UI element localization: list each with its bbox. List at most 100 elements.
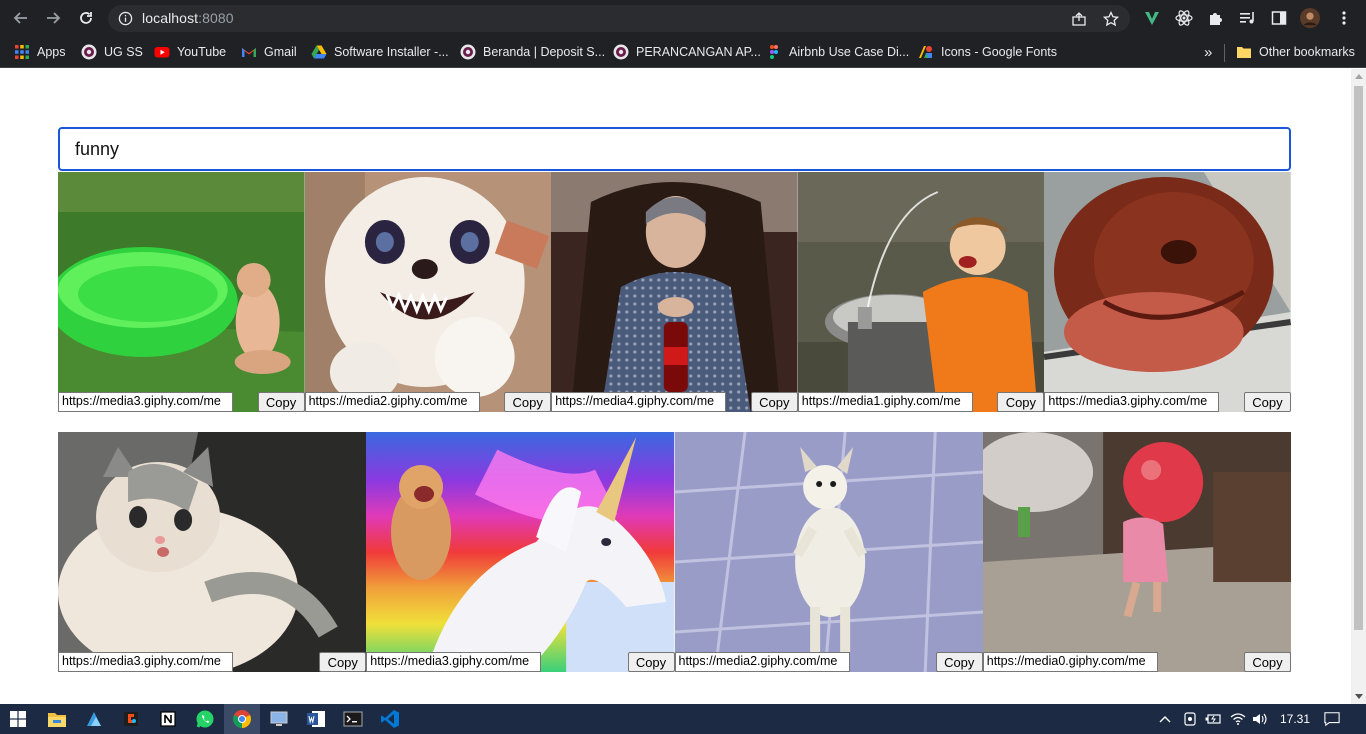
meet-now-icon[interactable]	[1182, 711, 1198, 727]
scrollbar-thumb[interactable]	[1354, 86, 1363, 630]
gif-url-field[interactable]: https://media0.giphy.com/me	[982, 652, 1158, 672]
gif-image-baby-pool[interactable]	[58, 172, 305, 412]
bookmark-youtube[interactable]: YouTube	[154, 42, 226, 62]
copy-button[interactable]: Copy	[319, 652, 367, 672]
bookmark-perancangan[interactable]: PERANCANGAN AP...	[613, 42, 761, 62]
copy-button[interactable]: Copy	[627, 652, 675, 672]
gif-url-field[interactable]: https://media3.giphy.com/me	[1044, 392, 1220, 412]
gif-url-bar: https://media4.giphy.com/me Copy	[551, 392, 798, 412]
bookmark-apps[interactable]: Apps	[14, 42, 66, 62]
bookmark-label: Gmail	[264, 45, 297, 59]
bookmarks-bar: Apps UG SS YouTube Gmail Software Instal…	[0, 36, 1366, 68]
back-button[interactable]	[9, 6, 33, 30]
gif-image-chihuahua[interactable]	[674, 432, 983, 672]
page-scrollbar[interactable]	[1351, 69, 1366, 704]
bookmark-label: Beranda | Deposit S...	[483, 45, 606, 59]
media-queue-icon[interactable]	[1238, 8, 1258, 28]
gif-card: https://media2.giphy.com/me Copy	[674, 432, 983, 672]
vscode-taskbar-icon[interactable]	[379, 708, 401, 730]
bookmark-beranda-deposit[interactable]: Beranda | Deposit S...	[460, 42, 605, 62]
other-bookmarks-folder[interactable]: Other bookmarks	[1236, 42, 1355, 62]
profile-avatar[interactable]	[1300, 8, 1320, 28]
copy-button[interactable]: Copy	[1244, 652, 1291, 672]
volume-icon[interactable]	[1252, 711, 1268, 727]
windows-logo-icon	[10, 711, 26, 727]
notion-taskbar-icon[interactable]	[157, 708, 179, 730]
search-input[interactable]	[58, 127, 1291, 171]
bookmark-label: PERANCANGAN AP...	[636, 45, 761, 59]
gif-image-fountain-boy[interactable]	[797, 172, 1045, 412]
bookmark-airbnb-use-case[interactable]: Airbnb Use Case Di...	[766, 42, 909, 62]
gif-image-coke-woman[interactable]	[551, 172, 798, 412]
gif-url-field[interactable]: https://media2.giphy.com/me	[304, 392, 480, 412]
browser-menu-icon[interactable]	[1334, 8, 1354, 28]
gif-card: https://media3.giphy.com/me Copy	[58, 432, 367, 672]
taskbar-clock[interactable]: 17.31	[1280, 712, 1310, 726]
start-button[interactable]	[7, 708, 29, 730]
apps-grid-icon	[14, 44, 30, 60]
more-bookmarks-button[interactable]: »	[1204, 42, 1212, 62]
address-bar[interactable]: localhost:8080	[108, 5, 1130, 32]
copy-button[interactable]: Copy	[997, 392, 1045, 412]
copy-button[interactable]: Copy	[935, 652, 983, 672]
reload-icon	[80, 12, 92, 24]
windows-taskbar: 17.31	[0, 704, 1366, 734]
bookmark-gmail[interactable]: Gmail	[241, 42, 297, 62]
show-hidden-icons-chevron-icon[interactable]	[1157, 711, 1173, 727]
figma-taskbar-icon[interactable]	[120, 708, 142, 730]
gif-url-field[interactable]: https://media1.giphy.com/me	[797, 392, 973, 412]
gif-url-bar: https://media3.giphy.com/me Copy	[1044, 392, 1291, 412]
bookmark-ug-ss[interactable]: UG SS	[81, 42, 143, 62]
gif-url-field[interactable]: https://media3.giphy.com/me	[366, 652, 542, 672]
scroll-up-arrow-icon[interactable]	[1355, 74, 1363, 79]
bookmark-software-installer[interactable]: Software Installer -...	[311, 42, 449, 62]
battery-icon[interactable]	[1205, 711, 1221, 727]
other-bookmarks-label: Other bookmarks	[1259, 45, 1355, 59]
gif-url-field[interactable]: https://media4.giphy.com/me	[551, 392, 727, 412]
whatsapp-taskbar-icon[interactable]	[194, 708, 216, 730]
browser-toolbar: localhost:8080	[0, 0, 1366, 36]
gif-image-rainbow-unicorn[interactable]	[366, 432, 675, 672]
wifi-icon[interactable]	[1230, 711, 1246, 727]
ug-logo-icon	[460, 44, 476, 60]
notifications-icon[interactable]	[1324, 711, 1340, 727]
bookmark-star-icon[interactable]	[1102, 10, 1120, 28]
bookmark-label: Apps	[37, 45, 66, 59]
file-explorer-taskbar-icon[interactable]	[46, 708, 68, 730]
chrome-taskbar-icon[interactable]	[224, 704, 260, 734]
terminal-taskbar-icon[interactable]	[342, 708, 364, 730]
copy-button[interactable]: Copy	[257, 392, 305, 412]
share-icon[interactable]	[1070, 10, 1088, 28]
extensions-puzzle-icon[interactable]	[1206, 8, 1226, 28]
gif-image-child-ball[interactable]	[982, 432, 1291, 672]
reload-button[interactable]	[74, 6, 98, 30]
folder-icon	[1236, 44, 1252, 60]
vuetify-extension-icon[interactable]	[1142, 8, 1162, 28]
react-devtools-icon[interactable]	[1174, 8, 1194, 28]
copy-button[interactable]: Copy	[1243, 392, 1291, 412]
remote-desktop-taskbar-icon[interactable]	[268, 708, 290, 730]
site-info-icon[interactable]	[118, 11, 133, 31]
scroll-down-arrow-icon[interactable]	[1355, 694, 1363, 699]
azure-data-studio-taskbar-icon[interactable]	[83, 708, 105, 730]
gif-image-angry-plush[interactable]	[304, 172, 552, 412]
gif-image-car-dog[interactable]	[1044, 172, 1291, 412]
forward-button[interactable]	[41, 6, 65, 30]
copy-button[interactable]: Copy	[750, 392, 798, 412]
copy-button[interactable]: Copy	[504, 392, 552, 412]
word-taskbar-icon[interactable]	[305, 708, 327, 730]
forward-arrow-icon	[47, 12, 61, 24]
gif-url-field[interactable]: https://media3.giphy.com/me	[58, 652, 233, 672]
side-panel-icon[interactable]	[1269, 8, 1289, 28]
gif-image-kitten[interactable]	[58, 432, 367, 672]
gif-url-field[interactable]: https://media3.giphy.com/me	[58, 392, 233, 412]
gif-url-field[interactable]: https://media2.giphy.com/me	[674, 652, 850, 672]
gmail-icon	[241, 44, 257, 60]
gif-row-2: https://media3.giphy.com/me Copy https:/…	[58, 432, 1291, 672]
figma-icon	[766, 44, 782, 60]
gif-card: https://media3.giphy.com/me Copy	[1044, 172, 1291, 412]
bookmark-label: YouTube	[177, 45, 227, 59]
bookmark-google-fonts-icons[interactable]: Icons - Google Fonts	[918, 42, 1057, 62]
gif-url-bar: https://media0.giphy.com/me Copy	[982, 652, 1291, 672]
gif-url-bar: https://media3.giphy.com/me Copy	[58, 392, 305, 412]
